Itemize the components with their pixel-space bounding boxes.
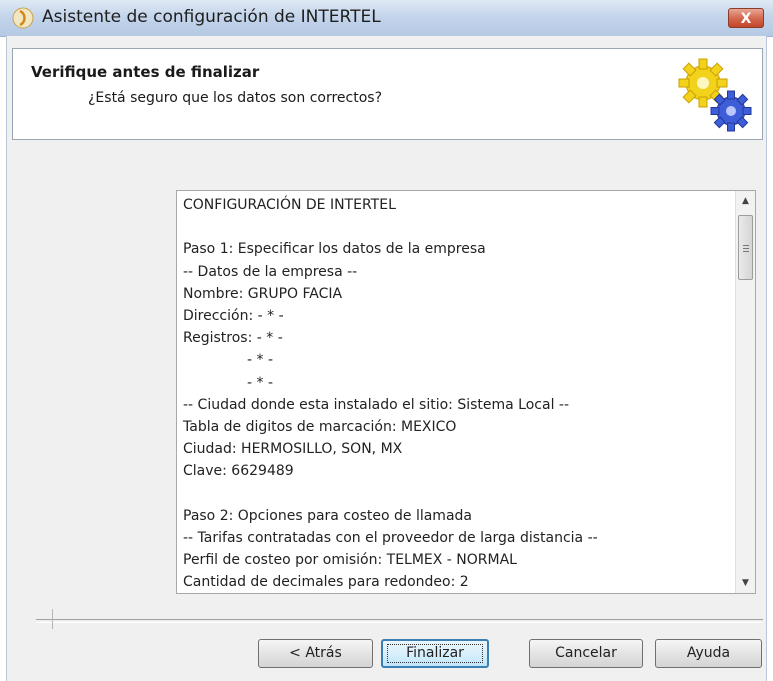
summary-line: Tabla de digitos de marcación: MEXICO <box>183 418 457 435</box>
summary-line: Cantidad de decimales para redondeo: 2 <box>183 574 469 591</box>
summary-line: - * - <box>247 374 274 391</box>
summary-line <box>183 216 723 238</box>
wizard-header: Verifique antes de finalizar ¿Está segur… <box>12 48 763 140</box>
summary-line: Nombre: GRUPO FACIA <box>183 285 343 302</box>
summary-line <box>183 482 723 504</box>
close-icon: X <box>740 11 752 27</box>
help-button[interactable]: Ayuda <box>655 639 762 668</box>
scroll-down-arrow-icon[interactable]: ▼ <box>736 573 755 593</box>
summary-line: -- Ciudad donde esta instalado el sitio:… <box>183 396 570 413</box>
summary-line: -- Tarifas contratadas con el proveedor … <box>183 529 598 546</box>
scroll-thumb[interactable] <box>738 215 753 280</box>
vertical-scrollbar[interactable]: ▲ ▼ <box>735 191 755 593</box>
summary-line: Perfil de costeo por omisión: TELMEX - N… <box>183 552 517 568</box>
summary-line: Dirección: - * - <box>183 307 284 324</box>
close-button[interactable]: X <box>728 8 764 28</box>
back-button-label: < Atrás <box>289 645 342 661</box>
summary-textbox[interactable]: CONFIGURACIÓN DE INTERTEL Paso 1: Especif… <box>176 190 756 594</box>
separator <box>36 619 763 623</box>
title-bar: Asistente de configuración de INTERTEL X <box>0 0 773 37</box>
summary-line: Paso 1: Especificar los datos de la empr… <box>183 241 486 258</box>
cancel-button-label: Cancelar <box>555 645 617 661</box>
summary-line: Ciudad: HERMOSILLO, SON, MX <box>183 441 403 458</box>
summary-line: Registros: - * - <box>183 330 283 347</box>
summary-line: - * - <box>247 352 274 369</box>
help-button-label: Ayuda <box>686 645 731 661</box>
separator-tick <box>52 609 53 629</box>
back-button[interactable]: < Atrás <box>258 639 373 668</box>
scroll-up-arrow-icon[interactable]: ▲ <box>736 191 755 211</box>
window-title: Asistente de configuración de INTERTEL <box>42 7 381 27</box>
summary-line: Clave: 6629489 <box>183 463 294 480</box>
summary-line: Paso 2: Opciones para costeo de llamada <box>183 507 472 524</box>
cancel-button[interactable]: Cancelar <box>529 639 643 668</box>
summary-line: CONFIGURACIÓN DE INTERTEL <box>183 197 396 213</box>
finish-button[interactable]: Finalizar <box>381 639 489 668</box>
intertel-logo-icon <box>12 7 34 29</box>
gears-icon <box>678 58 752 132</box>
summary-line: -- Datos de la empresa -- <box>183 263 358 280</box>
step-subtitle: ¿Está seguro que los datos son correctos… <box>88 90 382 106</box>
summary-lines: CONFIGURACIÓN DE INTERTEL Paso 1: Especif… <box>183 194 723 593</box>
step-title: Verifique antes de finalizar <box>31 63 260 81</box>
